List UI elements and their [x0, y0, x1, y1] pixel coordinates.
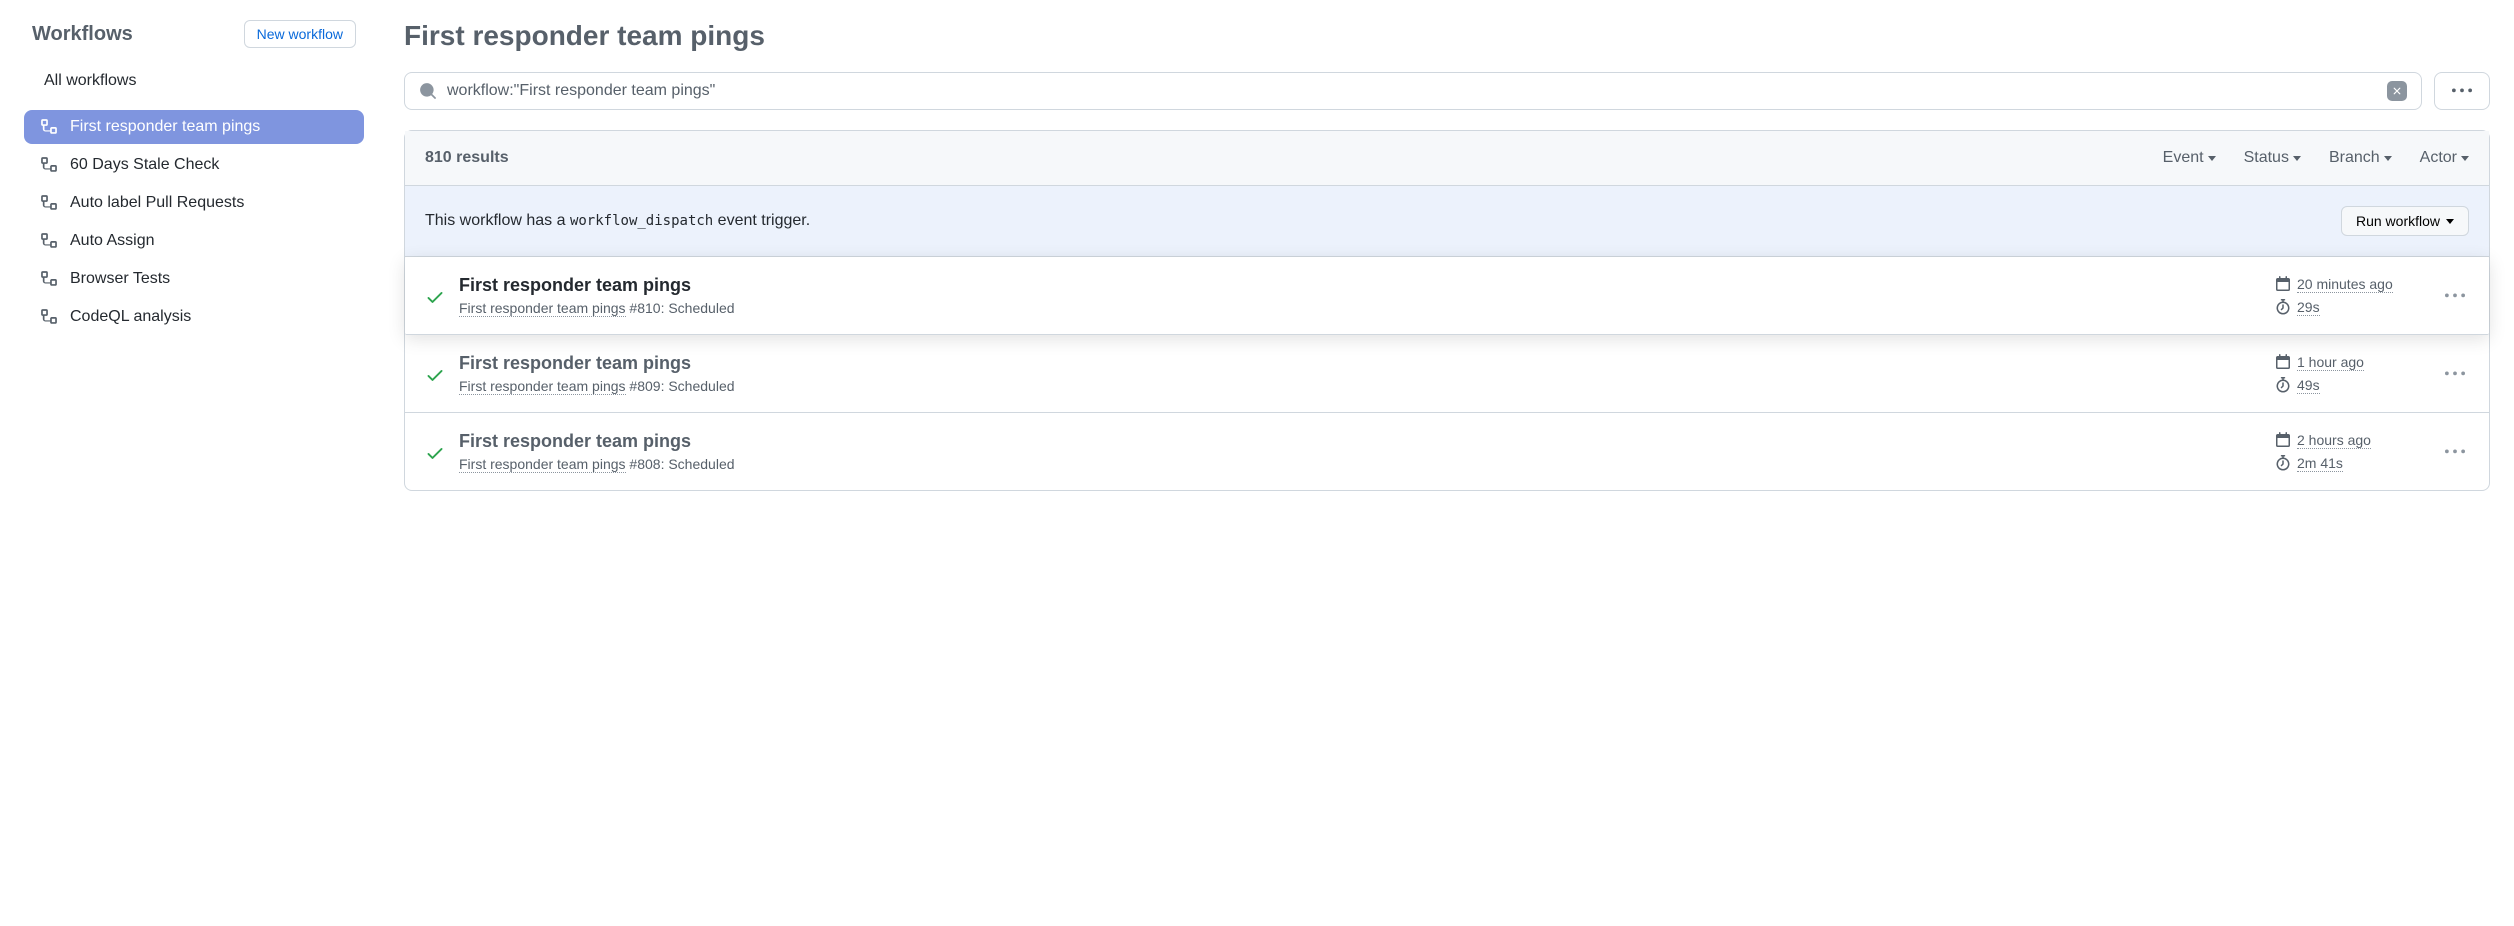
run-title: First responder team pings	[459, 353, 2261, 374]
more-options-button[interactable]	[2434, 72, 2490, 110]
sidebar: Workflows New workflow All workflows Fir…	[24, 20, 364, 491]
check-icon	[425, 443, 445, 463]
run-row[interactable]: First responder team pings First respond…	[405, 413, 2489, 490]
check-icon	[425, 365, 445, 385]
workflow-icon	[40, 118, 58, 136]
new-workflow-button[interactable]: New workflow	[244, 20, 356, 48]
stopwatch-icon	[2275, 299, 2291, 315]
run-time: 1 hour ago	[2297, 354, 2364, 371]
run-meta: 1 hour ago 49s	[2275, 354, 2415, 394]
run-row[interactable]: First responder team pings First respond…	[405, 335, 2489, 413]
check-icon	[425, 287, 445, 307]
sidebar-item-label: 60 Days Stale Check	[70, 156, 219, 174]
caret-down-icon	[2208, 156, 2216, 161]
kebab-icon	[2445, 442, 2465, 462]
sidebar-item-workflow[interactable]: Browser Tests	[24, 262, 364, 296]
search-input[interactable]	[447, 82, 2377, 100]
run-time: 2 hours ago	[2297, 432, 2371, 449]
run-meta: 2 hours ago 2m 41s	[2275, 432, 2415, 472]
run-duration: 2m 41s	[2297, 455, 2343, 472]
main-content: First responder team pings 810 results E…	[404, 20, 2490, 491]
workflow-icon	[40, 308, 58, 326]
sidebar-item-workflow[interactable]: Auto Assign	[24, 224, 364, 258]
run-time: 20 minutes ago	[2297, 276, 2393, 293]
sidebar-item-workflow[interactable]: 60 Days Stale Check	[24, 148, 364, 182]
search-box[interactable]	[404, 72, 2422, 110]
filter-branch[interactable]: Branch	[2329, 149, 2392, 167]
run-workflow-button[interactable]: Run workflow	[2341, 206, 2469, 236]
sidebar-item-workflow[interactable]: CodeQL analysis	[24, 300, 364, 334]
sidebar-item-label: All workflows	[44, 72, 136, 90]
kebab-icon	[2445, 286, 2465, 306]
caret-down-icon	[2384, 156, 2392, 161]
run-options-button[interactable]	[2441, 360, 2469, 388]
run-subtitle: First responder team pings #810: Schedul…	[459, 300, 2261, 316]
filter-status[interactable]: Status	[2244, 149, 2301, 167]
calendar-icon	[2275, 354, 2291, 370]
sidebar-item-all-workflows[interactable]: All workflows	[24, 64, 364, 98]
filter-event[interactable]: Event	[2163, 149, 2216, 167]
results-count: 810 results	[425, 149, 509, 167]
run-subtitle: First responder team pings #808: Schedul…	[459, 456, 2261, 472]
run-title: First responder team pings	[459, 275, 2261, 296]
run-row[interactable]: First responder team pings First respond…	[405, 257, 2489, 335]
workflow-icon	[40, 194, 58, 212]
sidebar-item-label: First responder team pings	[70, 118, 260, 136]
dispatch-banner: This workflow has a workflow_dispatch ev…	[405, 186, 2489, 257]
x-icon	[2391, 85, 2403, 97]
workflow-icon	[40, 156, 58, 174]
caret-down-icon	[2446, 219, 2454, 224]
dispatch-text: This workflow has a workflow_dispatch ev…	[425, 212, 810, 230]
search-icon	[419, 82, 437, 100]
results-box: 810 results Event Status Branch Actor Th…	[404, 130, 2490, 491]
page-title: First responder team pings	[404, 20, 2490, 52]
run-subtitle: First responder team pings #809: Schedul…	[459, 378, 2261, 394]
run-options-button[interactable]	[2441, 438, 2469, 466]
run-duration: 49s	[2297, 377, 2320, 394]
run-meta: 20 minutes ago 29s	[2275, 276, 2415, 316]
workflow-icon	[40, 232, 58, 250]
run-title: First responder team pings	[459, 431, 2261, 452]
sidebar-title: Workflows	[32, 23, 133, 46]
kebab-icon	[2452, 81, 2472, 101]
sidebar-item-label: Auto Assign	[70, 232, 155, 250]
sidebar-item-label: Browser Tests	[70, 270, 170, 288]
calendar-icon	[2275, 276, 2291, 292]
calendar-icon	[2275, 432, 2291, 448]
workflow-icon	[40, 270, 58, 288]
caret-down-icon	[2461, 156, 2469, 161]
sidebar-item-label: Auto label Pull Requests	[70, 194, 244, 212]
run-options-button[interactable]	[2441, 282, 2469, 310]
sidebar-item-workflow[interactable]: First responder team pings	[24, 110, 364, 144]
caret-down-icon	[2293, 156, 2301, 161]
clear-search-button[interactable]	[2387, 81, 2407, 101]
stopwatch-icon	[2275, 377, 2291, 393]
sidebar-item-workflow[interactable]: Auto label Pull Requests	[24, 186, 364, 220]
sidebar-item-label: CodeQL analysis	[70, 308, 191, 326]
kebab-icon	[2445, 364, 2465, 384]
filter-actor[interactable]: Actor	[2420, 149, 2469, 167]
run-duration: 29s	[2297, 299, 2320, 316]
stopwatch-icon	[2275, 455, 2291, 471]
